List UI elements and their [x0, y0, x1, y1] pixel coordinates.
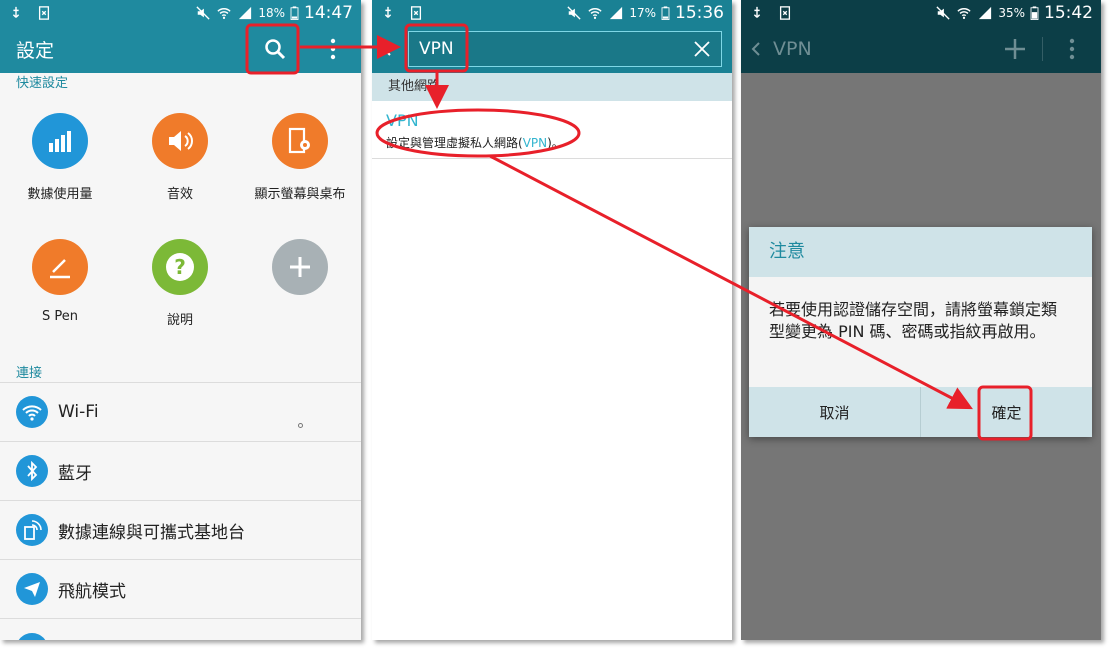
back-arrow-icon: [751, 42, 760, 56]
divider: [1042, 37, 1043, 61]
cancel-button[interactable]: 取消: [749, 387, 920, 437]
page-title: 設定: [16, 39, 55, 62]
search-bar: VPN: [372, 25, 732, 73]
quick-setting-label: 音效: [166, 187, 193, 202]
cell-signal-icon: [979, 6, 992, 19]
back-arrow-icon: [382, 42, 391, 56]
status-bar: 35% 15:42: [741, 0, 1101, 25]
usb-icon: [753, 6, 761, 18]
settings-item-label: 飛航模式: [58, 581, 126, 602]
quick-setting-help[interactable]: ? 說明: [120, 239, 240, 328]
quick-setting-label: 說明: [166, 313, 193, 328]
ok-button[interactable]: 確定: [920, 387, 1092, 437]
results-group-header: 其他網路: [372, 73, 732, 101]
quick-setting-data-usage[interactable]: 數據使用量: [0, 113, 120, 202]
status-bar: 18% 14:47: [0, 0, 361, 25]
sound-icon: [169, 131, 193, 151]
connections-header: 連接: [16, 366, 43, 381]
search-input[interactable]: VPN: [408, 31, 722, 67]
clock: 15:36: [675, 2, 724, 23]
quick-setting-display[interactable]: 顯示螢幕與桌布: [240, 113, 360, 202]
quick-setting-s-pen[interactable]: S Pen: [0, 239, 120, 324]
settings-item-tethering[interactable]: 數據連線與可攜式基地台: [0, 501, 361, 560]
no-sim-icon: [410, 5, 422, 20]
wifi-signal-icon: [217, 7, 231, 19]
add-icon: [1005, 39, 1025, 59]
settings-item-label: 數據連線與可攜式基地台: [58, 522, 245, 543]
action-bar: 設定: [0, 25, 361, 73]
search-input-text: VPN: [419, 39, 454, 59]
overflow-menu-icon: [330, 38, 336, 60]
usb-icon: [384, 6, 392, 18]
dialog-message: 若要使用認證儲存空間，請將螢幕鎖定類型變更為 PIN 碼、密碼或指紋再啟用。: [769, 300, 1058, 341]
cell-signal-icon: [610, 6, 623, 19]
quick-setting-label: S Pen: [42, 309, 78, 324]
help-icon: ?: [166, 253, 194, 281]
vpn-screen: 35% 15:42 VPN 注意 若要使用認證儲存空間，請將螢幕鎖定類型變更為 …: [741, 0, 1101, 640]
add-icon: [290, 257, 310, 277]
action-bar: VPN: [741, 25, 1101, 73]
status-bar: 17% 15:36: [372, 0, 732, 25]
page-title: VPN: [773, 38, 812, 60]
search-icon: [265, 39, 286, 60]
battery-percent: 18%: [258, 5, 285, 20]
settings-item-partial[interactable]: [0, 619, 361, 640]
quick-setting-label: 數據使用量: [27, 187, 93, 202]
close-icon: [694, 41, 710, 57]
battery-icon: [1030, 5, 1039, 20]
quick-settings-header: 快速設定: [16, 76, 69, 91]
airplane-icon: [24, 582, 40, 597]
data-usage-icon: [49, 131, 71, 152]
settings-item-bluetooth[interactable]: 藍牙: [0, 442, 361, 501]
mute-icon: [936, 5, 950, 20]
add-vpn-button[interactable]: [993, 25, 1037, 73]
svg-text:?: ?: [174, 255, 186, 279]
wifi-icon: [22, 405, 42, 421]
battery-icon: [661, 5, 670, 20]
quick-setting-add[interactable]: [240, 239, 360, 295]
back-button[interactable]: [372, 25, 402, 73]
overflow-menu-icon: [1069, 38, 1075, 60]
result-description: 設定與管理虛擬私人網路(VPN)。: [386, 136, 564, 150]
dialog-title: 注意: [749, 227, 1092, 277]
cell-signal-icon: [239, 6, 252, 19]
more-options-button[interactable]: [311, 25, 355, 73]
wifi-signal-icon: [588, 7, 602, 19]
status-dot: [298, 423, 303, 428]
settings-item-label: 藍牙: [58, 463, 92, 484]
tethering-icon: [24, 520, 42, 540]
quick-setting-sound[interactable]: 音效: [120, 113, 240, 202]
battery-percent: 17%: [629, 5, 656, 20]
dialog-buttons: 取消 確定: [749, 387, 1092, 437]
no-sim-icon: [779, 5, 791, 20]
bluetooth-icon: [27, 461, 38, 481]
clear-search-button[interactable]: [689, 36, 715, 62]
mute-icon: [196, 5, 210, 20]
clock: 14:47: [304, 2, 353, 23]
wifi-signal-icon: [957, 7, 971, 19]
quick-setting-label: 顯示螢幕與桌布: [254, 187, 346, 202]
settings-item-wifi[interactable]: Wi-Fi: [0, 383, 361, 442]
more-options-button[interactable]: [1050, 25, 1094, 73]
search-result-vpn[interactable]: VPN 設定與管理虛擬私人網路(VPN)。: [372, 101, 732, 159]
attention-dialog: 注意 若要使用認證儲存空間，請將螢幕鎖定類型變更為 PIN 碼、密碼或指紋再啟用…: [749, 227, 1092, 437]
clock: 15:42: [1044, 2, 1093, 23]
result-title: VPN: [386, 111, 419, 130]
usb-icon: [12, 6, 20, 18]
search-button[interactable]: [253, 25, 297, 73]
mute-icon: [567, 5, 581, 20]
settings-screen: 18% 14:47 設定 快速設定 數據使用量 音效 顯示螢幕與桌布 S Pen…: [0, 0, 361, 640]
display-icon: [288, 127, 310, 154]
battery-percent: 35%: [998, 5, 1025, 20]
back-button[interactable]: [741, 25, 771, 73]
search-screen: 17% 15:36 VPN 其他網路 VPN 設定與管理虛擬私人網路(VPN)。: [372, 0, 732, 640]
battery-icon: [290, 5, 299, 20]
no-sim-icon: [38, 5, 50, 20]
settings-item-label: Wi-Fi: [58, 402, 99, 422]
settings-item-airplane[interactable]: 飛航模式: [0, 560, 361, 619]
pen-icon: [50, 259, 70, 279]
